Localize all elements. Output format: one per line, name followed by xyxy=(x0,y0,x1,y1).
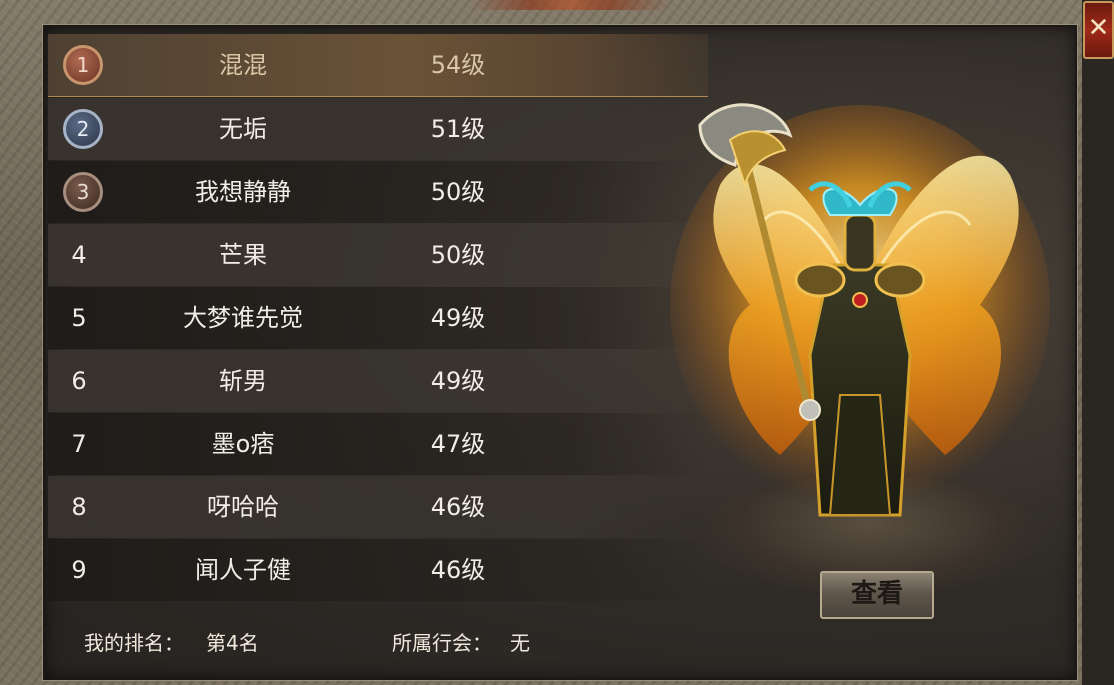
ranking-row-3[interactable]: 3 我想静静 50级 xyxy=(48,161,708,223)
rank-number: 2 xyxy=(76,117,90,141)
top-ornament xyxy=(470,0,670,10)
ranking-row-2[interactable]: 2 无垢 51级 xyxy=(48,98,708,160)
player-name: 斩男 xyxy=(219,367,267,395)
player-level: 50级 xyxy=(430,178,486,206)
player-level: 50级 xyxy=(430,241,486,269)
rank-medal-bronze-icon: 3 xyxy=(63,172,103,212)
player-name: 闻人子健 xyxy=(195,556,291,584)
rank-number: 7 xyxy=(71,430,87,458)
player-level: 51级 xyxy=(430,115,486,143)
player-level: 47级 xyxy=(430,430,486,458)
ranking-row-8[interactable]: 8 呀哈哈 46级 xyxy=(48,476,708,538)
player-level: 49级 xyxy=(430,367,486,395)
rank-number: 5 xyxy=(71,304,87,332)
player-name: 墨o痞 xyxy=(211,430,275,458)
ranking-row-1[interactable]: 1 混混 54级 xyxy=(48,34,708,97)
rank-medal-silver-icon: 2 xyxy=(63,109,103,149)
player-name: 呀哈哈 xyxy=(207,493,279,521)
player-name: 混混 xyxy=(219,51,267,79)
ranking-row-7[interactable]: 7 墨o痞 47级 xyxy=(48,413,708,475)
character-model-icon xyxy=(670,103,1050,517)
my-rank-label: 我的排名： xyxy=(84,631,184,655)
rank-number: 3 xyxy=(76,180,90,204)
rank-number: 4 xyxy=(71,241,87,269)
guild-value: 无 xyxy=(510,631,530,655)
character-showcase xyxy=(660,95,1060,615)
player-level: 54级 xyxy=(430,51,486,79)
view-button[interactable]: 查看 xyxy=(820,571,934,619)
rank-number: 8 xyxy=(71,493,87,521)
player-level: 46级 xyxy=(430,493,486,521)
player-name: 芒果 xyxy=(219,241,267,269)
rank-medal-gold-icon: 1 xyxy=(63,45,103,85)
ranking-row-9[interactable]: 9 闻人子健 46级 xyxy=(48,539,708,601)
ranking-row-5[interactable]: 5 大梦谁先觉 49级 xyxy=(48,287,708,349)
rank-number: 1 xyxy=(76,53,90,77)
ranking-row-4[interactable]: 4 芒果 50级 xyxy=(48,224,708,286)
rank-number: 9 xyxy=(71,556,87,584)
close-button[interactable]: ✕ xyxy=(1083,1,1114,59)
rank-number: 6 xyxy=(71,367,87,395)
player-name: 无垢 xyxy=(219,115,267,143)
player-name: 我想静静 xyxy=(195,178,291,206)
ranking-list: 1 混混 54级 2 无垢 51级 3 我想静静 50级 4 芒果 50级 5 … xyxy=(48,34,708,602)
player-level: 49级 xyxy=(430,304,486,332)
ranking-row-6[interactable]: 6 斩男 49级 xyxy=(48,350,708,412)
player-level: 46级 xyxy=(430,556,486,584)
player-name: 大梦谁先觉 xyxy=(183,304,303,332)
guild-label: 所属行会： xyxy=(392,631,492,655)
my-rank-value: 第4名 xyxy=(206,631,259,655)
